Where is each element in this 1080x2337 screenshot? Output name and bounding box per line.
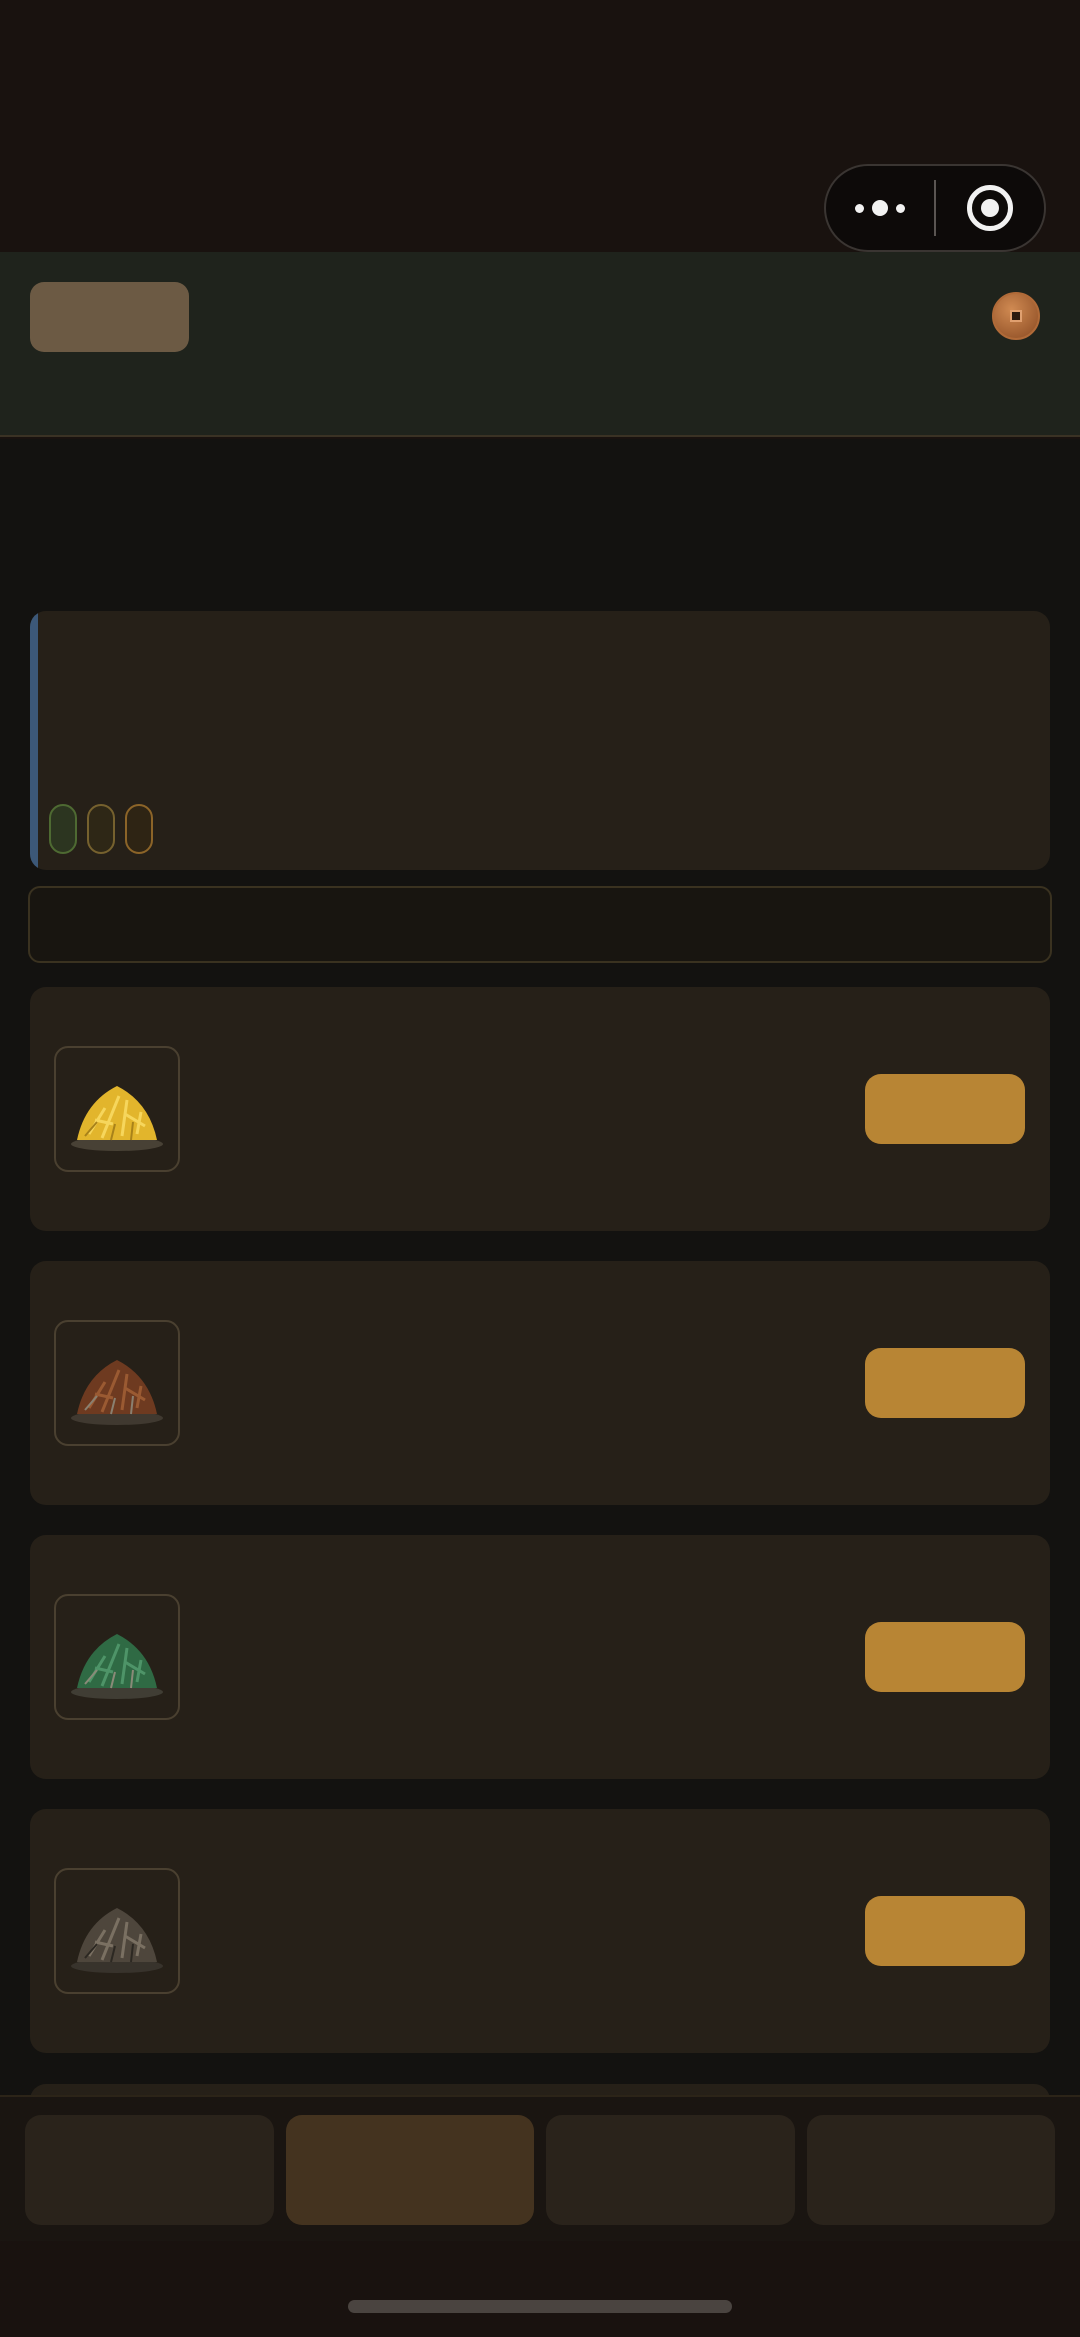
featured-card[interactable] (30, 611, 1050, 870)
tea-card-dark[interactable] (30, 1809, 1050, 2053)
tea-action-button[interactable] (865, 1348, 1025, 1418)
bottom-nav (0, 2095, 1080, 2241)
target-close-icon[interactable] (936, 166, 1044, 250)
red-tea-leaf-icon (54, 1320, 180, 1446)
featured-tags (49, 804, 153, 854)
green-tea-leaf-icon (54, 1594, 180, 1720)
home-indicator (348, 2300, 732, 2313)
nav-tab-2-active[interactable] (285, 2115, 534, 2225)
search-input[interactable] (28, 886, 1052, 963)
tea-card-green[interactable] (30, 1535, 1050, 1779)
nav-tab-3[interactable] (546, 2115, 795, 2225)
tea-card-red[interactable] (30, 1261, 1050, 1505)
tea-card-yellow[interactable] (30, 987, 1050, 1231)
nav-tab-1[interactable] (25, 2115, 274, 2225)
coin-icon[interactable] (992, 292, 1040, 340)
yellow-tea-leaf-icon (54, 1046, 180, 1172)
featured-accent-bar (30, 611, 38, 870)
tag-green (49, 804, 77, 854)
dark-tea-leaf-icon (54, 1868, 180, 1994)
tea-action-button[interactable] (865, 1074, 1025, 1144)
tea-action-button[interactable] (865, 1622, 1025, 1692)
tea-action-button[interactable] (865, 1896, 1025, 1966)
tag-orange (125, 804, 153, 854)
header-pill-button[interactable] (30, 282, 189, 352)
header-band (0, 252, 1080, 437)
more-dots-icon[interactable] (826, 166, 934, 250)
mini-program-capsule (824, 164, 1046, 252)
tag-olive (87, 804, 115, 854)
nav-tab-4[interactable] (806, 2115, 1055, 2225)
